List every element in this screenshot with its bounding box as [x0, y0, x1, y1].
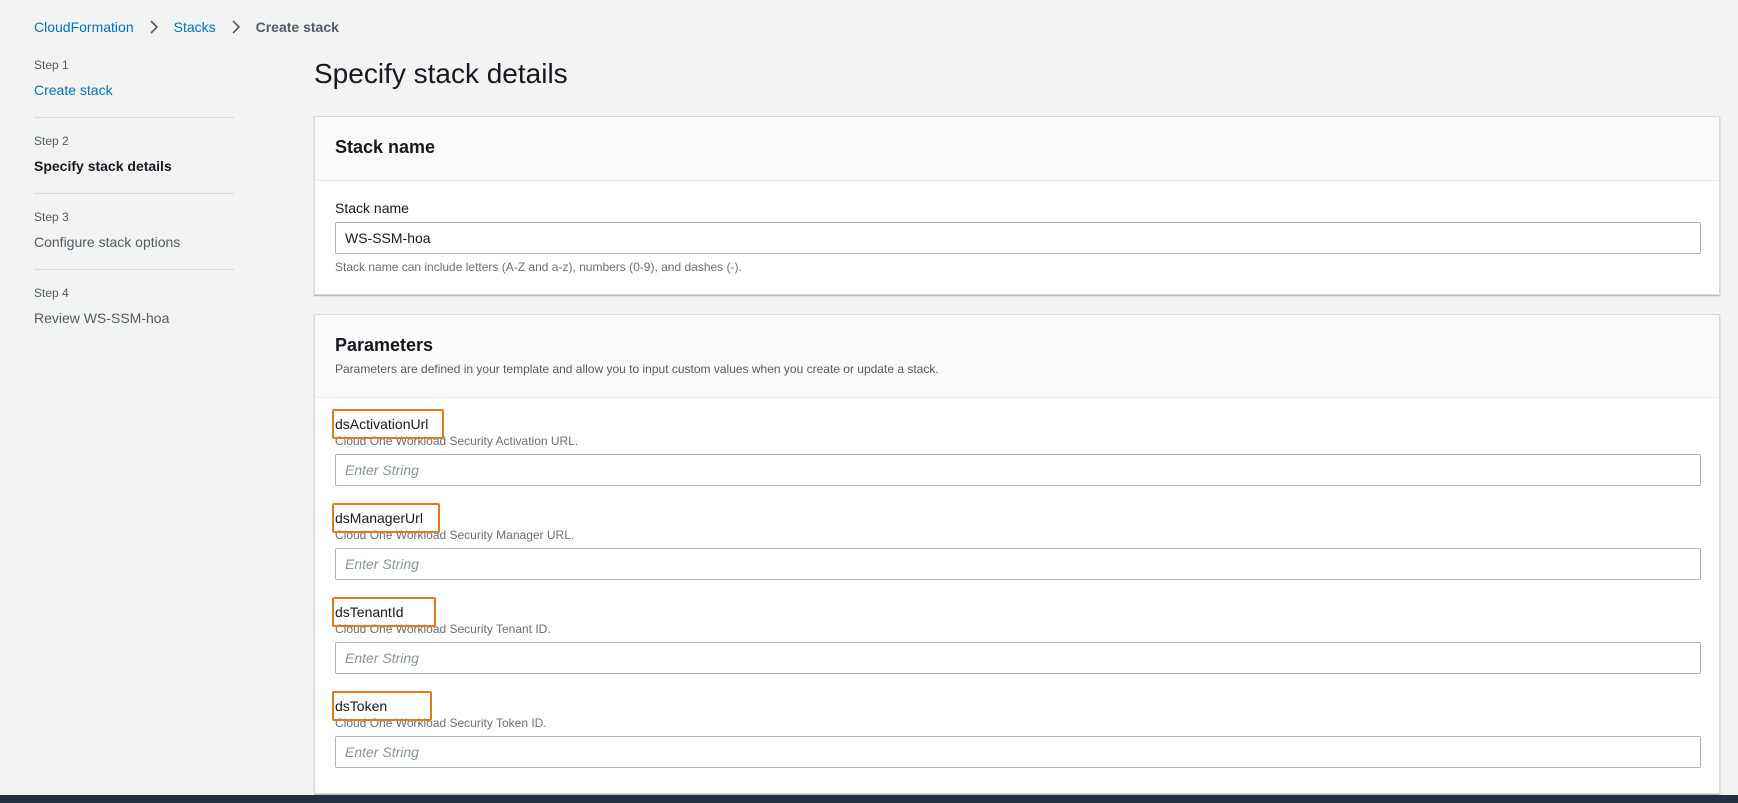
breadcrumb-stacks[interactable]: Stacks	[174, 19, 216, 35]
panel-title: Parameters	[335, 335, 434, 355]
step-number: Step 1	[34, 58, 69, 72]
panel-header: Parameters Parameters are defined in you…	[315, 315, 1719, 398]
ds-token-input[interactable]	[335, 736, 1701, 768]
chevron-right-icon	[230, 20, 242, 34]
parameter-ds-tenant-id: dsTenantId Cloud One Workload Security T…	[332, 597, 1701, 697]
wizard-step-3: Step 3 Configure stack options	[34, 210, 234, 270]
stack-name-constraint: Stack name can include letters (A-Z and …	[335, 260, 742, 274]
parameter-ds-activation-url: dsActivationUrl Cloud One Workload Secur…	[332, 409, 1701, 509]
breadcrumb-cloudformation[interactable]: CloudFormation	[34, 19, 134, 35]
panel-title: Stack name	[335, 137, 436, 157]
wizard-step-4: Step 4 Review WS-SSM-hoa	[34, 286, 234, 345]
parameter-name: dsManagerUrl	[335, 510, 423, 526]
wizard-steps: Step 1 Create stack Step 2 Specify stack…	[34, 58, 234, 361]
chevron-right-icon	[148, 20, 160, 34]
breadcrumb-current: Create stack	[255, 19, 339, 35]
parameters-list: dsActivationUrl Cloud One Workload Secur…	[315, 398, 1719, 791]
page: CloudFormation Stacks Create stack Step …	[0, 0, 1738, 803]
panel-header: Stack name	[315, 117, 1719, 181]
parameter-ds-manager-url: dsManagerUrl Cloud One Workload Security…	[332, 503, 1701, 603]
step-number: Step 3	[34, 210, 69, 224]
panel-description: Parameters are defined in your template …	[335, 362, 939, 376]
stack-name-input[interactable]	[335, 222, 1701, 254]
step-number: Step 4	[34, 286, 69, 300]
parameter-description: Cloud One Workload Security Activation U…	[335, 434, 579, 448]
wizard-step-2: Step 2 Specify stack details	[34, 134, 234, 194]
parameters-panel: Parameters Parameters are defined in you…	[314, 314, 1720, 794]
step-title: Configure stack options	[34, 234, 181, 250]
parameter-description: Cloud One Workload Security Token ID.	[335, 716, 547, 730]
stack-name-panel: Stack name Stack name Stack name can inc…	[314, 116, 1720, 295]
wizard-step-1: Step 1 Create stack	[34, 58, 234, 118]
parameter-name: dsToken	[335, 698, 388, 714]
parameter-ds-token: dsToken Cloud One Workload Security Toke…	[332, 691, 1701, 791]
parameter-name: dsTenantId	[335, 604, 404, 620]
panel-body: Stack name Stack name can include letter…	[315, 181, 1719, 274]
parameter-description: Cloud One Workload Security Manager URL.	[335, 528, 575, 542]
footer-bar	[0, 795, 1738, 803]
parameter-description: Cloud One Workload Security Tenant ID.	[335, 622, 551, 636]
breadcrumb: CloudFormation Stacks Create stack	[34, 19, 339, 35]
stack-name-label: Stack name	[335, 200, 409, 216]
step-link-create-stack[interactable]: Create stack	[34, 81, 234, 99]
ds-manager-url-input[interactable]	[335, 548, 1701, 580]
step-title: Review WS-SSM-hoa	[34, 310, 170, 326]
page-title: Specify stack details	[314, 58, 568, 89]
parameter-name: dsActivationUrl	[335, 416, 429, 432]
step-title-current: Specify stack details	[34, 158, 172, 174]
ds-tenant-id-input[interactable]	[335, 642, 1701, 674]
step-number: Step 2	[34, 134, 69, 148]
ds-activation-url-input[interactable]	[335, 454, 1701, 486]
